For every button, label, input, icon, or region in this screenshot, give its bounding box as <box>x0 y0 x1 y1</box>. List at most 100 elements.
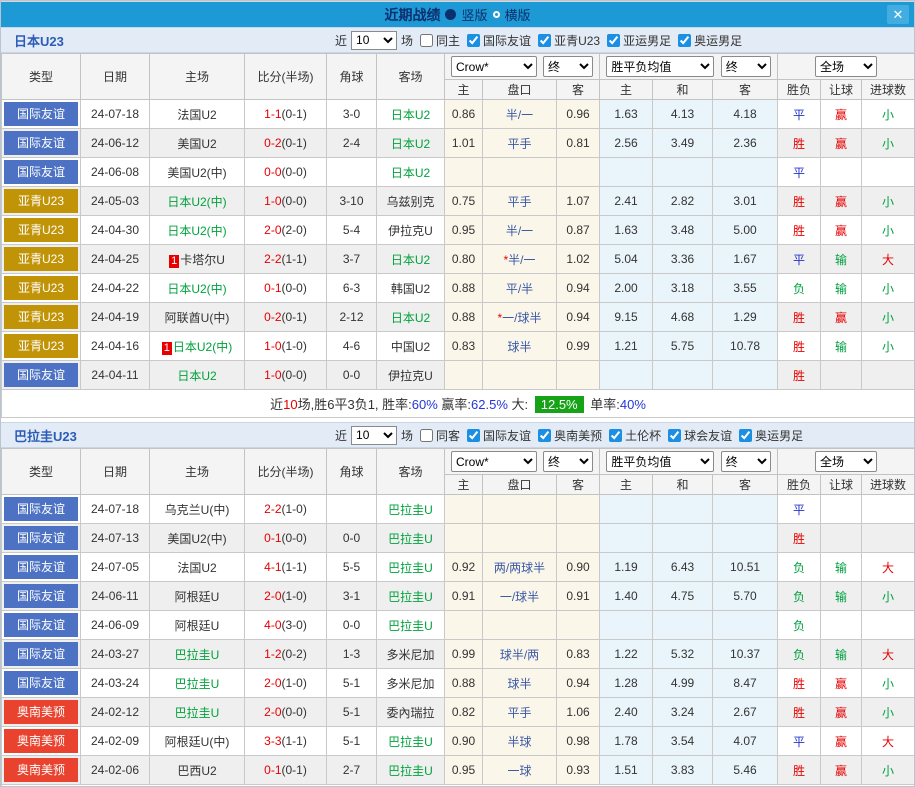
games-count-select[interactable]: 10 <box>351 31 397 50</box>
avg-final-select[interactable]: 终 <box>721 451 771 472</box>
odds-group-header: Crow* 终 <box>445 449 600 475</box>
league-cell: 奥南美预 <box>2 698 81 727</box>
away-team-cell: 多米尼加 <box>377 669 445 698</box>
league-badge: 国际友谊 <box>4 555 78 579</box>
league-badge: 奥南美预 <box>4 758 78 782</box>
handicap-result-cell <box>821 495 862 524</box>
goals-cell: 小 <box>862 216 915 245</box>
league-filter-checkbox[interactable] <box>538 34 551 47</box>
fulltime-select[interactable]: 全场 <box>815 451 877 472</box>
match-row: 国际友谊24-03-27巴拉圭U1-2(0-2)1-3多米尼加0.99球半/两0… <box>2 640 915 669</box>
away-team-cell: 中国U2 <box>377 332 445 361</box>
goals-cell: 大 <box>862 553 915 582</box>
vertical-layout-label[interactable]: 竖版 <box>461 5 487 24</box>
halftime-score: (0-1) <box>282 763 307 777</box>
odds-home-cell <box>445 158 483 187</box>
halftime-score: (0-1) <box>282 107 307 121</box>
crow-company-select[interactable]: Crow* <box>451 56 537 77</box>
fulltime-group-header: 全场 <box>778 54 915 80</box>
league-filter-checkbox[interactable] <box>607 34 620 47</box>
col-type: 类型 <box>2 54 81 100</box>
avg-draw-cell: 3.18 <box>653 274 713 303</box>
handicap-name: 平手 <box>507 706 531 720</box>
fulltime-score: 2-2 <box>264 252 281 266</box>
same-venue-label: 同客 <box>436 427 460 444</box>
fulltime-score: 1-1 <box>264 107 281 121</box>
avg-draw-cell <box>653 524 713 553</box>
col-result: 胜负 <box>778 80 821 100</box>
odds-away-cell: 0.99 <box>557 332 600 361</box>
league-filter-checkbox[interactable] <box>467 429 480 442</box>
close-button[interactable]: ✕ <box>887 5 909 24</box>
summary-segment: 62.5% <box>471 397 508 412</box>
away-team-name: 乌兹别克 <box>386 195 434 209</box>
wdl-average-select[interactable]: 胜平负均值 <box>606 56 714 77</box>
league-filter-checkbox[interactable] <box>467 34 480 47</box>
result-cell: 负 <box>778 611 821 640</box>
away-team-cell: 伊拉克U <box>377 361 445 390</box>
handicap-cell: 两/两球半 <box>483 553 557 582</box>
goals-cell: 小 <box>862 698 915 727</box>
league-filter-checkbox[interactable] <box>678 34 691 47</box>
fulltime-score: 3-3 <box>264 734 281 748</box>
goals-cell: 小 <box>862 274 915 303</box>
odds-away-cell: 0.91 <box>557 582 600 611</box>
handicap-name: 一/球半 <box>500 590 539 604</box>
match-row: 亚青U2324-04-161日本U2(中)1-0(1-0)4-6中国U20.83… <box>2 332 915 361</box>
away-team-cell: 巴拉圭U <box>377 524 445 553</box>
handicap-result-cell: 赢 <box>821 727 862 756</box>
fulltime-select[interactable]: 全场 <box>815 56 877 77</box>
avg-draw-cell: 5.75 <box>653 332 713 361</box>
league-filter-checkbox[interactable] <box>609 429 622 442</box>
odds-home-cell: 0.83 <box>445 332 483 361</box>
home-team-cell: 巴西U2 <box>150 756 245 785</box>
league-filter-checkbox[interactable] <box>739 429 752 442</box>
handicap-cell: 一/球半 <box>483 582 557 611</box>
date-cell: 24-04-22 <box>81 274 150 303</box>
league-cell: 国际友谊 <box>2 553 81 582</box>
date-cell: 24-06-11 <box>81 582 150 611</box>
titlebar: 近期战绩 竖版 横版 ✕ <box>1 2 914 27</box>
corner-cell: 6-3 <box>327 274 377 303</box>
odds-final-select[interactable]: 终 <box>543 56 593 77</box>
horizontal-layout-label[interactable]: 横版 <box>505 5 531 24</box>
halftime-score: (1-0) <box>282 502 307 516</box>
home-team-name: 法国U2 <box>177 561 216 575</box>
home-team-name: 阿根廷U(中) <box>165 735 230 749</box>
halftime-score: (0-0) <box>282 531 307 545</box>
same-venue-checkbox[interactable] <box>420 429 433 442</box>
avg-home-cell <box>600 361 653 390</box>
avg-home-cell: 1.28 <box>600 669 653 698</box>
handicap-result-cell <box>821 524 862 553</box>
vertical-layout-radio-icon[interactable] <box>445 9 456 20</box>
match-row: 国际友谊24-07-13美国U2(中)0-1(0-0)0-0巴拉圭U胜 <box>2 524 915 553</box>
col-handicap: 盘口 <box>483 80 557 100</box>
fulltime-score: 2-0 <box>264 705 281 719</box>
crow-company-select[interactable]: Crow* <box>451 451 537 472</box>
away-team-name: 巴拉圭U <box>388 735 433 749</box>
league-filter-checkbox[interactable] <box>668 429 681 442</box>
odds-home-cell: 0.95 <box>445 756 483 785</box>
league-filter-checkbox[interactable] <box>538 429 551 442</box>
odds-final-select[interactable]: 终 <box>543 451 593 472</box>
home-team-name: 巴拉圭U <box>175 706 220 720</box>
odds-away-cell: 0.83 <box>557 640 600 669</box>
result-cell: 胜 <box>778 216 821 245</box>
col-score: 比分(半场) <box>245 54 327 100</box>
games-count-select[interactable]: 10 <box>351 426 397 445</box>
col-home: 主场 <box>150 449 245 495</box>
away-team-name: 日本U2 <box>391 311 430 325</box>
wdl-average-select[interactable]: 胜平负均值 <box>606 451 714 472</box>
away-team-cell: 巴拉圭U <box>377 582 445 611</box>
result-cell: 胜 <box>778 129 821 158</box>
league-cell: 国际友谊 <box>2 158 81 187</box>
same-venue-checkbox[interactable] <box>420 34 433 47</box>
horizontal-layout-radio-icon[interactable] <box>493 11 500 18</box>
handicap-cell: 球半 <box>483 669 557 698</box>
avg-final-select[interactable]: 终 <box>721 56 771 77</box>
league-cell: 亚青U23 <box>2 245 81 274</box>
col-handicap: 盘口 <box>483 475 557 495</box>
home-team-name: 日本U2(中) <box>167 282 226 296</box>
league-badge: 亚青U23 <box>4 334 78 358</box>
odds-away-cell: 0.94 <box>557 274 600 303</box>
